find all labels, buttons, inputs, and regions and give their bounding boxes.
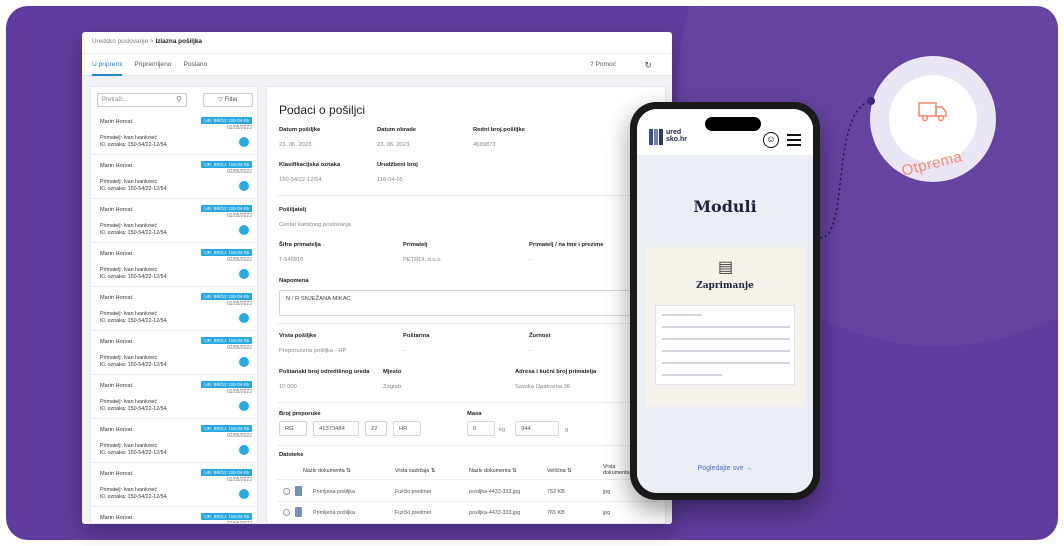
module-card[interactable]: ▤ Zaprimanje [645,247,805,407]
phone-mockup: ured sko.hr ☺ Moduli ▤ Zaprimanje Pogleda… [630,102,820,500]
phone-body: Moduli ▤ Zaprimanje Pogledajte sve → [637,155,813,493]
logo-text[interactable]: ured sko.hr [666,129,687,143]
modules-heading: Moduli [693,197,757,216]
module-preview [655,305,795,385]
accessibility-icon[interactable]: ☺ [763,132,779,148]
phone-notch [705,117,761,131]
truck-icon [918,102,947,122]
inbox-icon: ▤ [718,259,734,276]
hamburger-menu-icon[interactable] [787,134,801,149]
logo-top: ured [666,129,682,136]
phone-screen: ured sko.hr ☺ Moduli ▤ Zaprimanje Pogleda… [637,109,813,493]
logo-bar [659,129,663,145]
module-card-title: Zaprimanje [696,281,754,291]
phone-header: ured sko.hr ☺ [637,109,813,155]
logo-bar [654,129,658,145]
logo-bottom: sko.hr [666,136,688,143]
view-all-link[interactable]: Pogledajte sve → [637,465,813,472]
connector-dot [867,97,875,105]
logo-bar [649,129,653,145]
